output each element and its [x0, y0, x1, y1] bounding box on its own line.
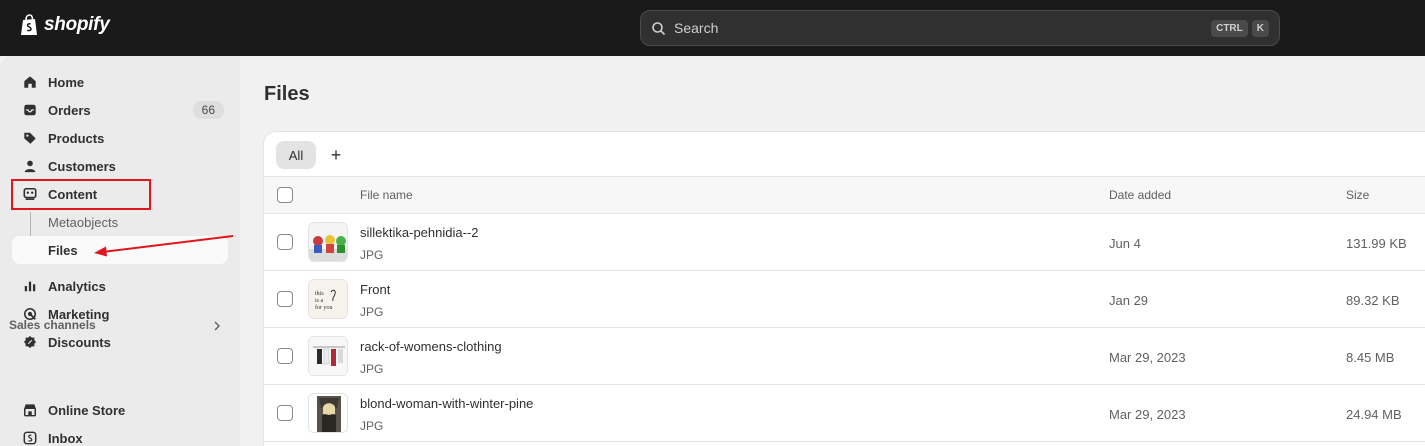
shortcut-key-ctrl: CTRL	[1211, 19, 1248, 37]
file-thumbnail[interactable]	[308, 336, 348, 376]
table-row[interactable]: rack-of-womens-clothing JPG Mar 29, 2023…	[264, 328, 1425, 385]
annotation-arrow	[94, 235, 234, 257]
text-card-thumbnail-icon: this is a for you	[309, 280, 347, 318]
sidebar-item-label: Discounts	[48, 334, 111, 350]
column-header-file-name[interactable]: File name	[360, 188, 413, 202]
sidebar-item-online-store[interactable]: Online Store	[12, 396, 228, 424]
shopify-bag-icon	[21, 14, 37, 35]
sidebar-item-analytics[interactable]: Analytics	[12, 272, 228, 300]
search-icon	[652, 21, 666, 35]
toy-figures-thumbnail-icon	[309, 223, 347, 261]
woman-pine-thumbnail-icon	[309, 394, 347, 432]
file-type: JPG	[360, 305, 384, 319]
sidebar-item-label: Home	[48, 74, 85, 90]
sidebar-item-label: Orders	[48, 102, 91, 118]
person-icon	[22, 158, 38, 174]
file-name[interactable]: blond-woman-with-winter-pine	[360, 396, 533, 411]
row-checkbox[interactable]	[277, 348, 293, 364]
column-header-size[interactable]: Size	[1346, 188, 1369, 202]
chevron-right-icon[interactable]	[212, 320, 222, 332]
sidebar-subitem-label: Files	[48, 242, 78, 258]
sidebar-item-label: Inbox	[48, 430, 83, 446]
orders-icon	[22, 102, 38, 118]
file-date-added: Jun 4	[1109, 236, 1141, 251]
sidebar-item-label: Products	[48, 130, 105, 146]
table-row[interactable]: blond-woman-with-winter-pine JPG Mar 29,…	[264, 385, 1425, 442]
sidebar-item-label: Online Store	[48, 402, 126, 418]
row-checkbox[interactable]	[277, 291, 293, 307]
file-type: JPG	[360, 248, 384, 262]
file-thumbnail[interactable]	[308, 222, 348, 262]
tag-icon	[22, 130, 38, 146]
sidebar-item-label: Customers	[48, 158, 116, 174]
top-bar: shopify Search CTRL K	[0, 0, 1425, 56]
add-view-button[interactable]: +	[326, 141, 346, 169]
file-thumbnail[interactable]	[308, 393, 348, 433]
file-name[interactable]: rack-of-womens-clothing	[360, 339, 502, 354]
file-size: 89.32 KB	[1346, 293, 1400, 308]
file-type: JPG	[360, 419, 384, 433]
sidebar-item-label: Analytics	[48, 278, 106, 294]
page-title: Files	[264, 83, 310, 105]
shortcut-key-k: K	[1251, 19, 1269, 37]
sidebar-item-products[interactable]: Products	[12, 124, 228, 152]
sidebar-item-orders[interactable]: Orders 66	[12, 96, 228, 124]
file-size: 8.45 MB	[1346, 350, 1395, 365]
thumb-text-2: is a	[315, 298, 324, 304]
home-icon	[22, 74, 38, 90]
files-card: All + File name Date added Size sillekti…	[264, 132, 1425, 446]
tab-all[interactable]: All	[276, 141, 316, 169]
select-all-checkbox[interactable]	[277, 187, 293, 203]
row-checkbox[interactable]	[277, 234, 293, 250]
file-name[interactable]: Front	[360, 282, 390, 297]
orders-count-badge: 66	[192, 101, 224, 119]
content-highlight-box	[11, 179, 151, 210]
sidebar-item-home[interactable]: Home	[12, 68, 228, 96]
file-size: 24.94 MB	[1346, 407, 1402, 422]
file-type: JPG	[360, 362, 384, 376]
store-icon	[22, 402, 38, 418]
sidebar-item-inbox[interactable]: Inbox	[12, 424, 228, 446]
discount-icon	[22, 334, 38, 350]
file-thumbnail[interactable]: this is a for you	[308, 279, 348, 319]
thumb-text-1: this	[315, 291, 324, 297]
sidebar-item-discounts[interactable]: Discounts	[12, 328, 228, 356]
table-row[interactable]: sillektika-pehnidia--2 JPG Jun 4 131.99 …	[264, 214, 1425, 271]
file-date-added: Mar 29, 2023	[1109, 407, 1186, 422]
file-name[interactable]: sillektika-pehnidia--2	[360, 225, 479, 240]
table-header: File name Date added Size	[264, 177, 1425, 214]
logo-text: shopify	[44, 14, 110, 35]
clothing-rack-thumbnail-icon	[309, 337, 347, 375]
file-date-added: Jan 29	[1109, 293, 1149, 308]
table-row[interactable]: this is a for you Front JPG Jan 29 89.32…	[264, 271, 1425, 328]
column-header-date-added[interactable]: Date added	[1109, 188, 1171, 202]
row-checkbox[interactable]	[277, 405, 293, 421]
file-size: 131.99 KB	[1346, 236, 1407, 251]
search-bar[interactable]: Search CTRL K	[640, 10, 1280, 46]
shopify-logo[interactable]: shopify	[20, 14, 110, 36]
sidebar-item-customers[interactable]: Customers	[12, 152, 228, 180]
thumb-text-3: for you	[315, 304, 333, 311]
search-placeholder: Search	[674, 20, 719, 36]
file-date-added: Mar 29, 2023	[1109, 350, 1186, 365]
bar-chart-icon	[22, 278, 38, 294]
sales-channels-label: Sales channels	[9, 318, 96, 332]
inbox-icon	[22, 430, 38, 446]
view-tabs: All +	[264, 132, 1425, 177]
